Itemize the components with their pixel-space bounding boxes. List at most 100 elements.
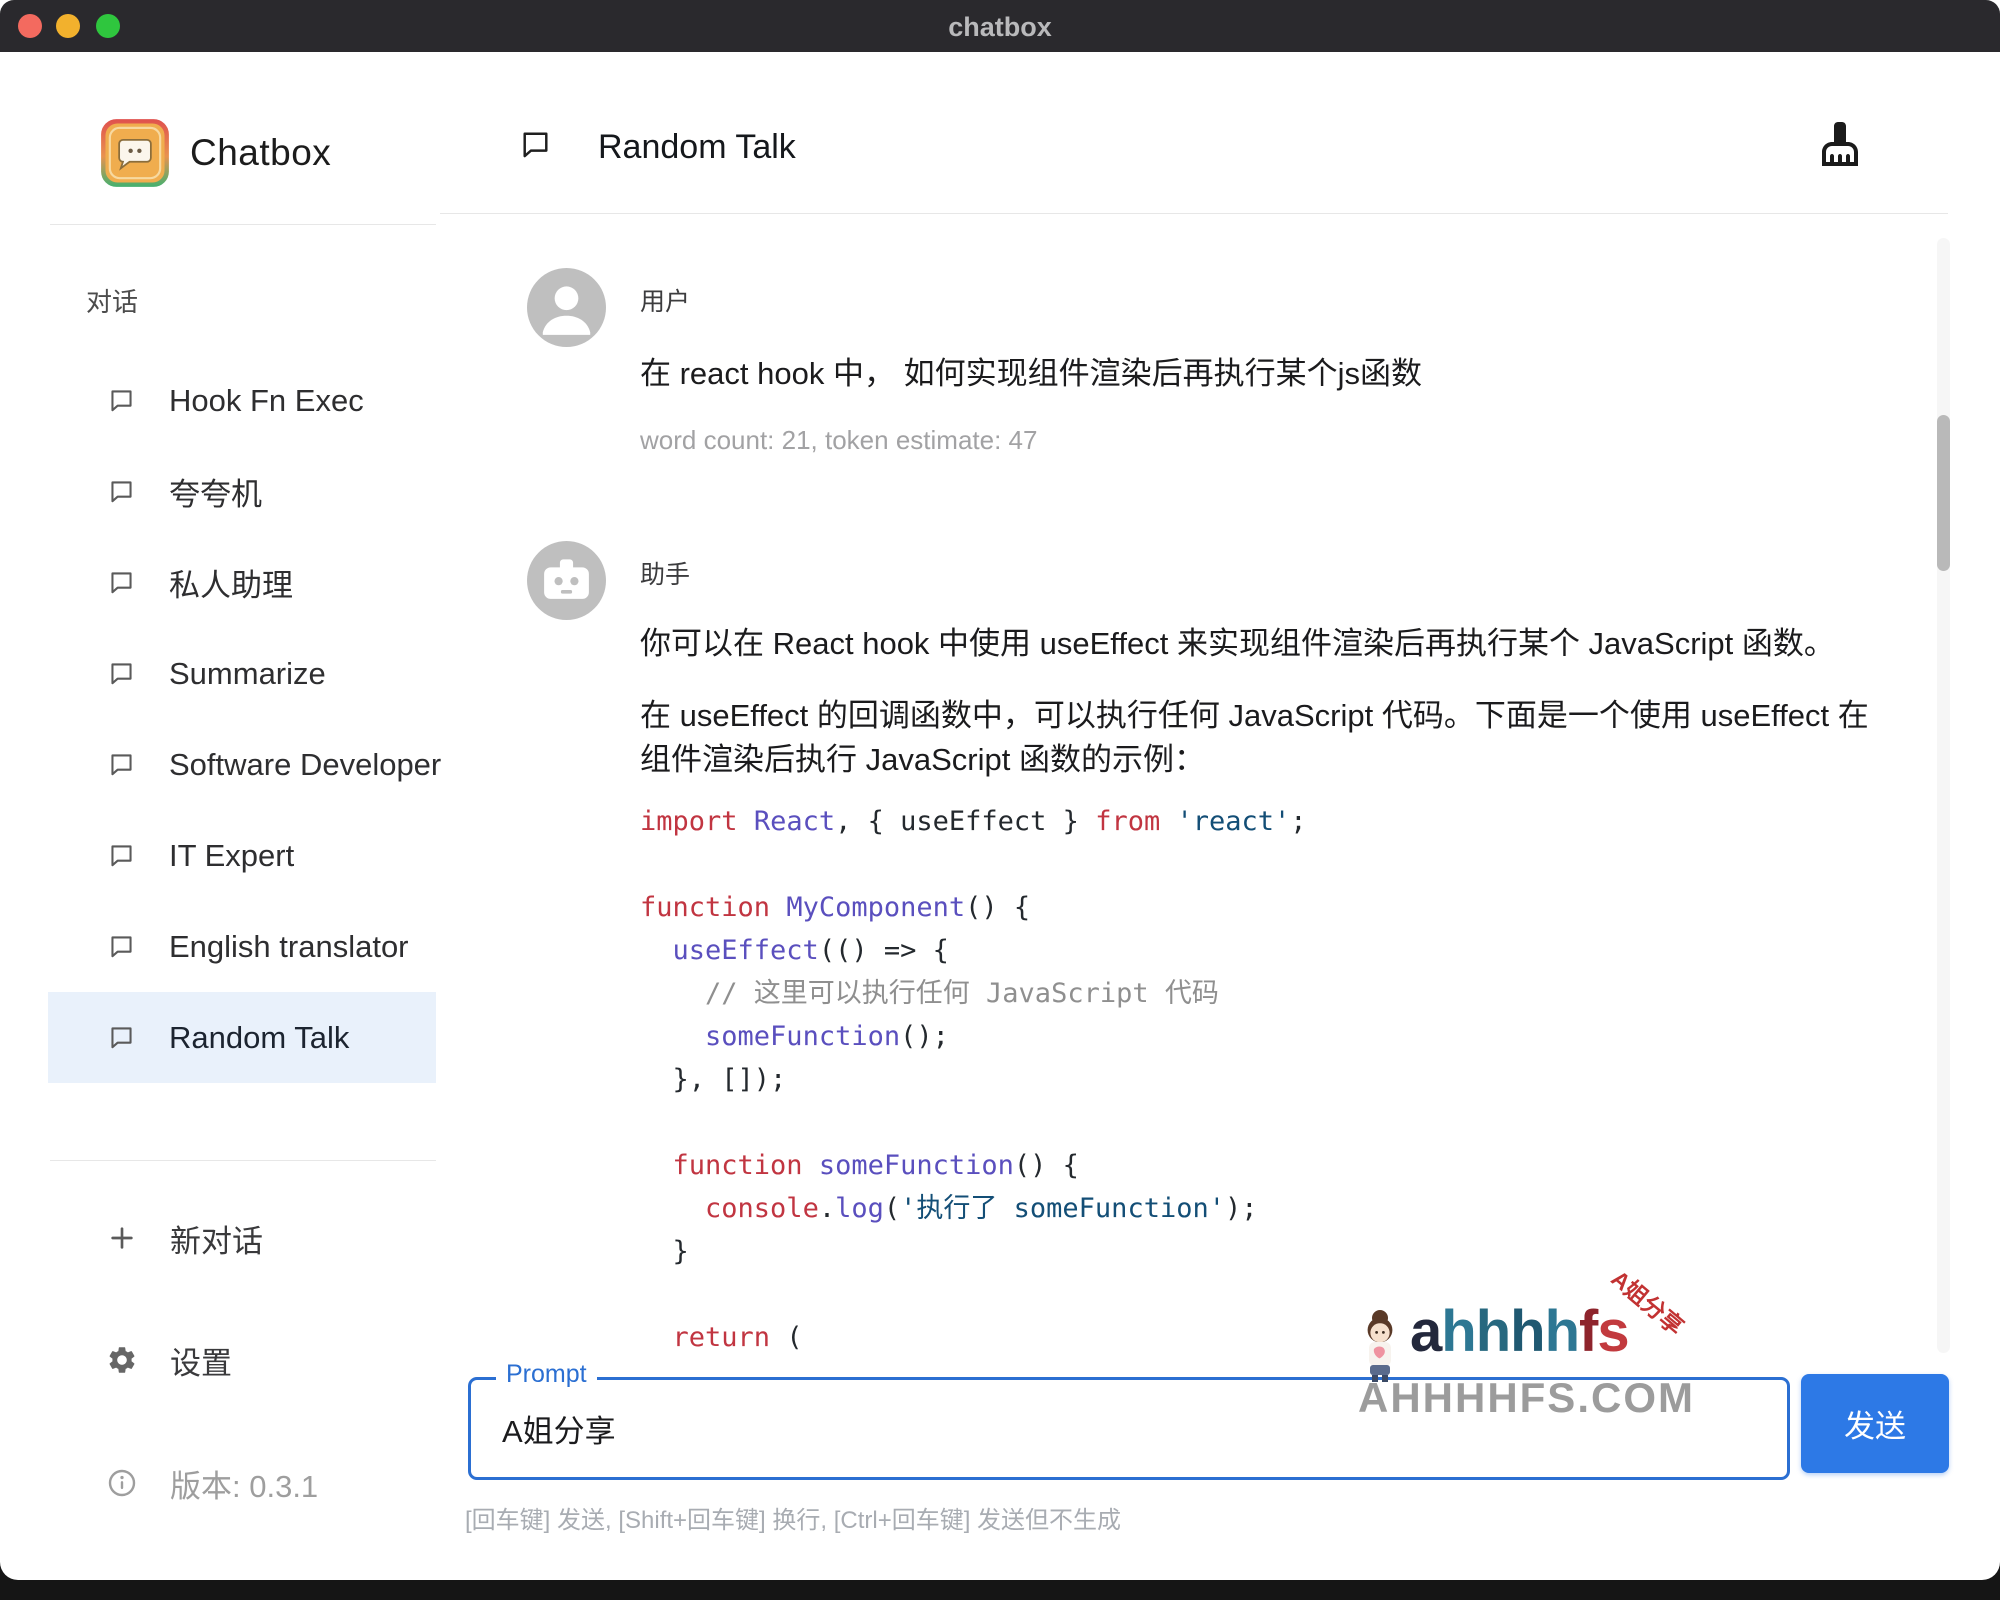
sidebar-item-hook-fn-exec[interactable]: Hook Fn Exec <box>48 355 436 446</box>
code-token: console <box>705 1193 819 1224</box>
code-token: () { <box>965 892 1031 923</box>
plus-icon <box>111 1227 133 1249</box>
sidebar-item-it-expert[interactable]: IT Expert <box>48 810 436 901</box>
sidebar-item--[interactable]: 夸夸机 <box>48 446 436 537</box>
clean-messages-button[interactable] <box>1816 120 1864 168</box>
chatbox-logo-icon <box>101 119 169 187</box>
sidebar-divider <box>50 1160 436 1161</box>
chat-bubble-icon <box>523 132 548 158</box>
code-token: ); <box>1224 1193 1258 1224</box>
user-message-text: 在 react hook 中， 如何实现组件渲染后再执行某个js函数 <box>640 356 1422 391</box>
chat-bubble-icon <box>111 754 132 776</box>
code-line: return ( <box>640 1316 1307 1359</box>
sidebar-item-label: IT Expert <box>169 837 295 873</box>
page-title: Random Talk <box>598 128 796 166</box>
chat-bubble-icon <box>111 572 132 594</box>
robot-icon <box>544 559 589 599</box>
scrollbar-thumb[interactable] <box>1937 415 1950 571</box>
window-title: chatbox <box>948 12 1052 42</box>
code-token: // 这里可以执行任何 JavaScript 代码 <box>640 978 1219 1009</box>
code-token: ; <box>1290 806 1307 837</box>
code-token: ( <box>770 1322 803 1353</box>
code-token: (() => { <box>818 935 949 966</box>
code-token: '执行了 someFunction' <box>900 1193 1225 1224</box>
sidebar-item-label: Random Talk <box>169 1019 350 1055</box>
code-line: useEffect(() => { <box>640 929 1307 972</box>
app-name: Chatbox <box>190 132 332 173</box>
code-token: , { useEffect } <box>835 806 1096 837</box>
keyboard-hint: [回车键] 发送, [Shift+回车键] 换行, [Ctrl+回车键] 发送但… <box>465 1507 1122 1534</box>
code-line: someFunction(); <box>640 1015 1307 1058</box>
titlebar: chatbox <box>0 0 2000 52</box>
new-chat-label: 新对话 <box>170 1223 263 1259</box>
code-line: // 这里可以执行任何 JavaScript 代码 <box>640 972 1307 1015</box>
code-token: . <box>818 1193 836 1224</box>
prompt-label: Prompt <box>496 1360 597 1389</box>
user-avatar <box>527 268 606 347</box>
code-token: MyComponent <box>786 892 966 923</box>
settings-label: 设置 <box>170 1345 232 1381</box>
code-token: function <box>640 892 771 923</box>
send-button[interactable]: 发送 <box>1801 1374 1949 1473</box>
chat-bubble-icon <box>111 1027 132 1049</box>
sidebar-item-label: English translator <box>169 928 409 964</box>
sidebar-item--[interactable]: 私人助理 <box>48 537 436 628</box>
chat-bubble-icon <box>111 663 132 685</box>
chat-bubble-icon <box>111 481 132 503</box>
code-token: }, []); <box>640 1064 787 1095</box>
new-chat-button[interactable]: 新对话 <box>48 1192 436 1284</box>
assistant-paragraph-1: 你可以在 React hook 中使用 useEffect 来实现组件渲染后再执… <box>640 626 1835 661</box>
app-window: chatbox Chatbox 对话 Hook Fn Exec 夸夸机私人助理 Su… <box>0 0 2000 1600</box>
code-token: () { <box>1013 1150 1079 1181</box>
person-icon <box>542 286 591 335</box>
chat-bubble-icon <box>111 390 132 412</box>
code-token: log <box>835 1193 884 1224</box>
prompt-input[interactable] <box>478 1384 1718 1472</box>
sidebar-item-label: 私人助理 <box>169 568 293 603</box>
sidebar-item-label: Summarize <box>169 655 326 691</box>
chat-bubble-icon <box>111 845 132 867</box>
header-divider <box>440 213 1948 214</box>
code-line: console.log('执行了 someFunction'); <box>640 1187 1307 1230</box>
sidebar-item-summarize[interactable]: Summarize <box>48 628 436 719</box>
scrollbar-track <box>1937 238 1950 1353</box>
code-token: function <box>672 1150 803 1181</box>
sidebar-item-random-talk[interactable]: Random Talk <box>48 992 436 1083</box>
user-role-label: 用户 <box>640 288 691 316</box>
assistant-paragraph-line: 组件渲染后执行 JavaScript 函数的示例： <box>640 742 1205 777</box>
info-icon <box>108 1469 136 1497</box>
sidebar-item-label: Software Developer <box>169 746 442 782</box>
sidebar-divider <box>50 224 436 225</box>
gear-icon <box>109 1347 135 1373</box>
conversations-section-label: 对话 <box>86 287 139 317</box>
assistant-role-label: 助手 <box>640 561 691 589</box>
version-label: 版本: 0.3.1 <box>170 1468 319 1504</box>
sidebar-item-english-translator[interactable]: English translator <box>48 901 436 992</box>
assistant-paragraph-line: 在 useEffect 的回调函数中，可以执行任何 JavaScript 代码。… <box>640 698 1869 733</box>
code-line: function someFunction() { <box>640 1144 1307 1187</box>
code-token: (); <box>900 1021 949 1052</box>
code-token: from <box>1095 806 1161 837</box>
assistant-avatar <box>527 541 606 620</box>
code-token: useEffect <box>672 935 819 966</box>
code-line: } <box>640 1230 1307 1273</box>
settings-button[interactable]: 设置 <box>48 1314 436 1406</box>
code-line: import React, { useEffect } from 'react'… <box>640 800 1307 843</box>
code-token: return <box>672 1322 771 1353</box>
sidebar-item-software-developer[interactable]: Software Developer <box>48 719 441 810</box>
version-row: 版本: 0.3.1 <box>48 1437 436 1529</box>
code-token: } <box>640 1236 689 1267</box>
chat-bubble-icon <box>111 936 132 958</box>
sidebar-item-label: Hook Fn Exec <box>169 382 364 418</box>
assistant-paragraph-2: 在 useEffect 的回调函数中，可以执行任何 JavaScript 代码。… <box>640 694 1960 782</box>
